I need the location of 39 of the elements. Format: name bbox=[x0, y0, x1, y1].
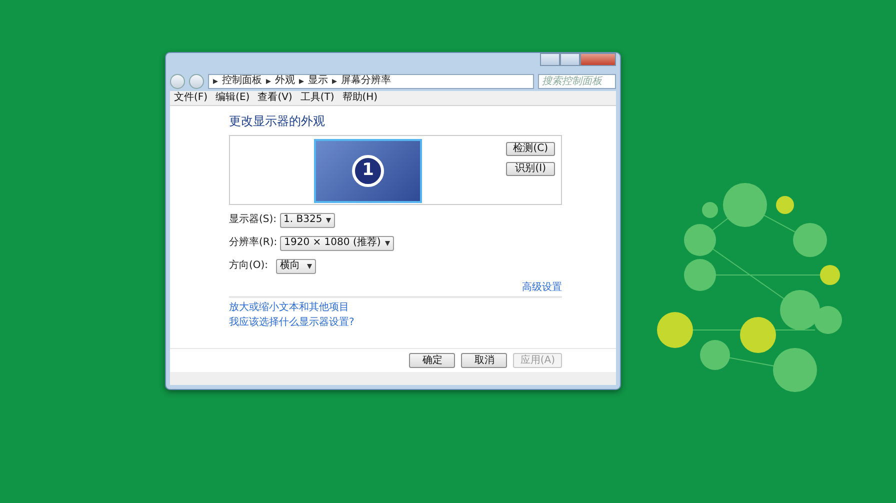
close-icon[interactable] bbox=[580, 53, 616, 66]
side-button[interactable]: 识别(I) bbox=[506, 162, 555, 176]
caret-icon bbox=[307, 264, 312, 269]
search-field[interactable]: 搜索控制面板 bbox=[538, 74, 616, 88]
monitor-thumbnail[interactable]: 1 bbox=[314, 139, 422, 203]
chevron-icon bbox=[299, 78, 304, 84]
menu-item[interactable]: 工具(T) bbox=[300, 92, 334, 104]
forward-icon[interactable] bbox=[189, 74, 204, 88]
link[interactable]: 我应该选择什么显示器设置? bbox=[229, 317, 354, 328]
chevron-icon bbox=[266, 78, 271, 84]
menu-item[interactable]: 编辑(E) bbox=[216, 92, 250, 104]
dropdown[interactable]: 1920 × 1080 (推荐) bbox=[280, 236, 394, 251]
caret-icon bbox=[326, 218, 332, 223]
menu-item[interactable]: 帮助(H) bbox=[342, 92, 378, 104]
link[interactable]: 放大或缩小文本和其他项目 bbox=[229, 302, 349, 312]
dialog-button[interactable]: 确定 bbox=[409, 353, 456, 368]
field-label: 显示器(S): bbox=[229, 214, 278, 227]
breadcrumb-item[interactable]: 控制面板 bbox=[222, 74, 262, 88]
maximize-icon[interactable] bbox=[560, 53, 580, 66]
caret-icon bbox=[384, 241, 390, 246]
dropdown[interactable]: 1. B325 bbox=[280, 213, 336, 228]
minimize-icon[interactable] bbox=[540, 53, 560, 66]
link[interactable]: 高级设置 bbox=[522, 282, 562, 294]
field-label: 分辨率(R): bbox=[229, 237, 278, 250]
breadcrumb-item[interactable]: 屏幕分辨率 bbox=[341, 74, 391, 88]
chevron-icon bbox=[213, 78, 218, 84]
breadcrumb-item[interactable]: 外观 bbox=[275, 74, 295, 88]
dialog-button[interactable]: 取消 bbox=[461, 353, 508, 368]
page-heading: 更改显示器的外观 bbox=[229, 114, 326, 129]
address-bar[interactable]: 控制面板 外观 显示 屏幕分辨率 bbox=[208, 74, 534, 88]
menu-item[interactable]: 查看(V) bbox=[258, 92, 292, 104]
back-icon[interactable] bbox=[170, 74, 185, 88]
chevron-icon bbox=[332, 78, 337, 84]
breadcrumb-item[interactable]: 显示 bbox=[308, 74, 328, 88]
monitor-number: 1 bbox=[352, 155, 384, 187]
menu-item[interactable]: 文件(F) bbox=[174, 92, 208, 104]
dropdown[interactable]: 横向 bbox=[276, 259, 316, 274]
side-button[interactable]: 检测(C) bbox=[506, 142, 555, 156]
field-label: 方向(O): bbox=[229, 260, 270, 273]
